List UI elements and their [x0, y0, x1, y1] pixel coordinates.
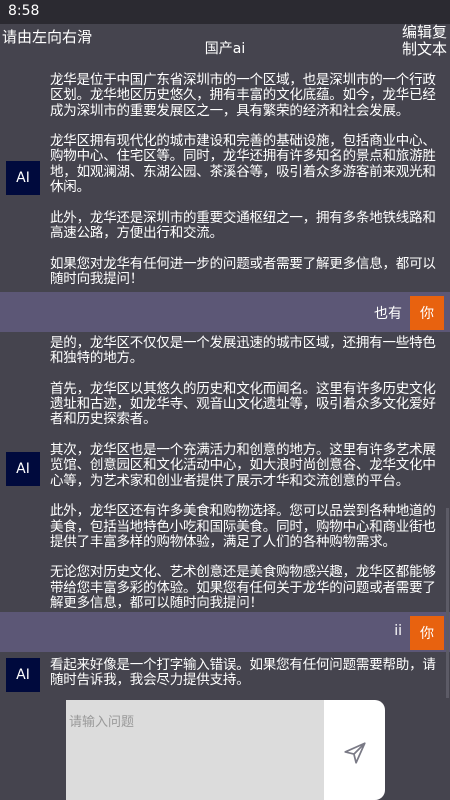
status-time: 8:58: [8, 3, 40, 19]
scrollbar[interactable]: [446, 508, 449, 698]
ai-avatar: AI: [6, 161, 40, 195]
question-input[interactable]: 请输入问题: [66, 700, 324, 800]
ai-avatar: AI: [6, 452, 40, 486]
input-placeholder: 请输入问题: [69, 715, 135, 730]
ai-message-text: 是的，龙华区不仅仅是一个发展迅速的城市区域，还拥有一些特色和独特的地方。 首先，…: [50, 335, 436, 612]
input-area: 请输入问题: [0, 700, 450, 800]
user-avatar: 你: [410, 616, 444, 650]
edit-copy-button[interactable]: 编辑复制文本: [402, 24, 448, 58]
status-bar: 8:58: [0, 0, 450, 24]
ai-message: 龙华是位于中国广东省深圳市的一个区域，也是深圳市的一个行政区划。龙华地区历史悠久…: [0, 68, 450, 292]
user-message: ii 你: [0, 612, 450, 652]
user-message-text: ii: [394, 623, 402, 639]
page-title: 国产ai: [204, 41, 246, 57]
user-avatar: 你: [410, 296, 444, 330]
send-icon: [344, 742, 366, 764]
ai-message: 看起来好像是一个打字输入错误。如果您有任何问题需要帮助，请随时告诉我，我会尽力提…: [0, 652, 450, 700]
ai-message-text: 看起来好像是一个打字输入错误。如果您有任何问题需要帮助，请随时告诉我，我会尽力提…: [50, 657, 436, 689]
ai-message: 是的，龙华区不仅仅是一个发展迅速的城市区域，还拥有一些特色和独特的地方。 首先，…: [0, 332, 450, 612]
chat-list[interactable]: 龙华是位于中国广东省深圳市的一个区域，也是深圳市的一个行政区划。龙华地区历史悠久…: [0, 68, 450, 700]
send-button[interactable]: [324, 700, 385, 800]
top-bar: 请由左向右滑 国产ai 编辑复制文本: [0, 24, 450, 68]
user-message: 也有 你: [0, 292, 450, 332]
user-message-text: 也有: [374, 306, 402, 322]
ai-avatar: AI: [6, 658, 40, 692]
ai-message-text: 龙华是位于中国广东省深圳市的一个区域，也是深圳市的一个行政区划。龙华地区历史悠久…: [50, 72, 436, 287]
